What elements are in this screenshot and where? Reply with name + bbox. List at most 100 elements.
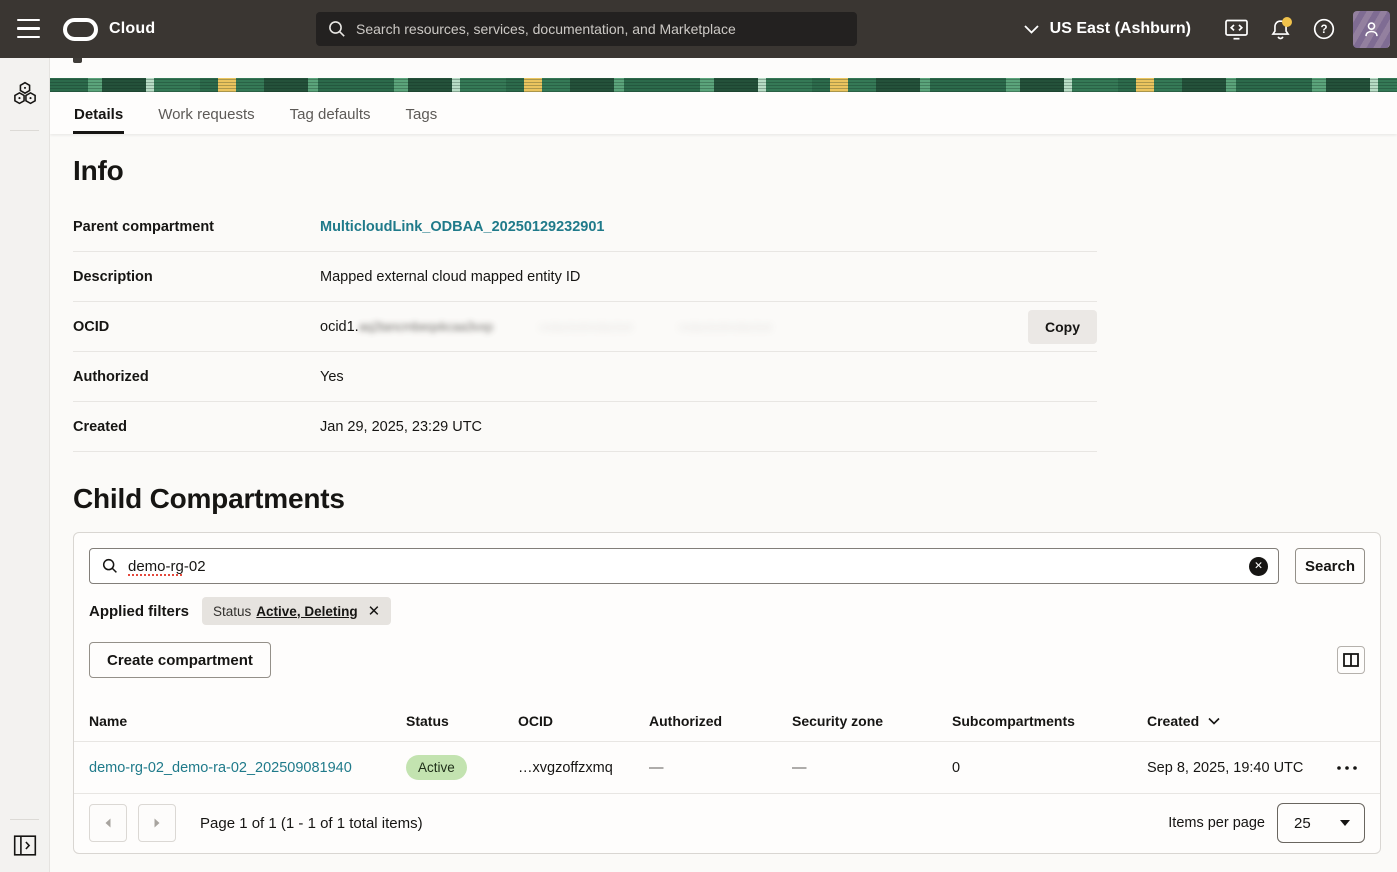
page-size-value: 25	[1294, 815, 1311, 832]
compartments-icon[interactable]	[12, 81, 37, 111]
child-compartments-title: Child Compartments	[73, 482, 1381, 516]
profile-avatar[interactable]	[1353, 11, 1390, 48]
items-per-page-label: Items per page	[1168, 815, 1265, 831]
clear-search-icon[interactable]: ✕	[1249, 557, 1268, 576]
sidebar-divider	[10, 130, 39, 131]
copy-button[interactable]: Copy	[1028, 310, 1097, 344]
page-summary: Page 1 of 1 (1 - 1 of 1 total items)	[200, 815, 423, 832]
caret-down-icon	[1340, 820, 1350, 826]
col-header-authorized: Authorized	[649, 713, 792, 729]
info-row-ocid: OCID ocid1.aq2tancmbeqxkcaa3vxp redacted…	[73, 302, 1097, 352]
previous-page-button[interactable]	[89, 804, 127, 842]
menu-icon[interactable]	[17, 19, 40, 38]
compartment-search-input[interactable]: demo-rg-02 ✕	[89, 548, 1279, 584]
row-actions-button[interactable]	[1336, 765, 1370, 771]
pagination-bar: Page 1 of 1 (1 - 1 of 1 total items) Ite…	[74, 794, 1380, 852]
notifications-button[interactable]	[1261, 9, 1299, 49]
svg-text:?: ?	[1320, 24, 1327, 36]
help-button[interactable]: ?	[1305, 9, 1343, 49]
parent-compartment-link[interactable]: MulticloudLink_ODBAA_20250129232901	[320, 219, 605, 235]
scrolled-header-strip	[50, 58, 1397, 78]
filter-field: Status	[213, 604, 251, 619]
console-icon	[1224, 18, 1249, 41]
global-search[interactable]	[316, 12, 857, 46]
columns-icon	[1343, 653, 1359, 667]
row-security-zone: —	[792, 760, 952, 776]
filter-values-link[interactable]: Active, Deleting	[256, 604, 357, 619]
topbar: Cloud US East (Ashburn)	[0, 0, 1397, 58]
ocid-redacted-value: aq2tancmbeqxkcaa3vxp	[359, 319, 493, 334]
row-ocid: …xvgzoffzxmq	[518, 760, 649, 776]
tab-details[interactable]: Details	[73, 95, 124, 134]
compartments-table: Name Status OCID Authorized Security zon…	[74, 700, 1380, 852]
child-compartments-card: demo-rg-02 ✕ Search Applied filters Stat…	[73, 532, 1381, 854]
remove-filter-icon[interactable]: ✕	[368, 604, 381, 619]
ellipsis-icon	[1336, 765, 1358, 771]
brand: Cloud	[63, 0, 155, 58]
info-title: Info	[73, 154, 1381, 188]
help-icon: ?	[1312, 17, 1336, 41]
applied-filters-label: Applied filters	[89, 603, 189, 620]
authorized-value: Yes	[320, 369, 1097, 385]
page-size-select[interactable]: 25	[1277, 803, 1365, 843]
created-value: Jan 29, 2025, 23:29 UTC	[320, 419, 1097, 435]
sidebar-divider	[10, 819, 39, 820]
status-filter-chip: Status Active, Deleting ✕	[202, 597, 391, 625]
info-row-created: Created Jan 29, 2025, 23:29 UTC	[73, 402, 1097, 452]
row-created: Sep 8, 2025, 19:40 UTC	[1147, 760, 1307, 776]
region-selector[interactable]: US East (Ashburn)	[1024, 20, 1191, 38]
table-header-row: Name Status OCID Authorized Security zon…	[74, 700, 1380, 742]
col-header-subcompartments: Subcompartments	[952, 713, 1147, 729]
col-header-created-sort[interactable]: Created	[1147, 713, 1307, 729]
icon-sidebar	[0, 58, 50, 872]
description-value: Mapped external cloud mapped entity ID	[320, 269, 1097, 285]
info-row-parent-compartment: Parent compartment MulticloudLink_ODBAA_…	[73, 202, 1097, 252]
create-compartment-button[interactable]: Create compartment	[89, 642, 271, 678]
col-header-status: Status	[406, 713, 518, 729]
info-label: Authorized	[73, 369, 320, 385]
tab-tag-defaults[interactable]: Tag defaults	[289, 95, 372, 134]
info-rows: Parent compartment MulticloudLink_ODBAA_…	[73, 202, 1097, 452]
brand-name: Cloud	[109, 20, 155, 38]
table-row: demo-rg-02_demo-ra-02_202509081940 Activ…	[74, 742, 1380, 794]
column-manager-button[interactable]	[1337, 646, 1365, 674]
notification-badge	[1282, 17, 1292, 27]
search-icon	[102, 558, 118, 574]
redaction-smudge: redactedredacted	[678, 320, 771, 334]
col-header-security-zone: Security zone	[792, 713, 952, 729]
page: Details Work requests Tag defaults Tags …	[50, 58, 1397, 872]
tab-work-requests[interactable]: Work requests	[157, 95, 255, 134]
tab-bar: Details Work requests Tag defaults Tags	[50, 92, 1397, 134]
triangle-right-icon	[151, 816, 163, 830]
global-search-input[interactable]	[356, 21, 845, 37]
search-icon	[328, 20, 346, 38]
info-label: OCID	[73, 319, 320, 335]
chevron-down-icon	[1024, 25, 1039, 34]
oracle-logo-icon	[63, 18, 98, 41]
info-row-description: Description Mapped external cloud mapped…	[73, 252, 1097, 302]
row-authorized: —	[649, 760, 792, 776]
col-header-name: Name	[89, 713, 406, 729]
info-row-authorized: Authorized Yes	[73, 352, 1097, 402]
main-content: Info Parent compartment MulticloudLink_O…	[50, 134, 1397, 854]
search-value: demo-rg	[128, 558, 184, 575]
info-label: Parent compartment	[73, 219, 320, 235]
status-badge: Active	[406, 755, 467, 780]
region-label: US East (Ashburn)	[1050, 20, 1191, 38]
decorative-banner	[50, 78, 1397, 92]
col-header-ocid: OCID	[518, 713, 649, 729]
compartment-name-link[interactable]: demo-rg-02_demo-ra-02_202509081940	[89, 760, 352, 776]
redaction-smudge: redactedredacted	[539, 320, 632, 334]
tab-tags[interactable]: Tags	[405, 95, 439, 134]
ocid-prefix: ocid1.	[320, 319, 359, 335]
next-page-button[interactable]	[138, 804, 176, 842]
expand-panel-icon[interactable]	[13, 835, 36, 861]
triangle-left-icon	[102, 816, 114, 830]
search-button[interactable]: Search	[1295, 548, 1365, 584]
sort-chevron-icon	[1208, 717, 1220, 725]
info-label: Created	[73, 419, 320, 435]
clipped-page-title-fragment	[73, 58, 82, 63]
cloud-shell-button[interactable]	[1217, 9, 1255, 49]
person-icon	[1361, 19, 1382, 40]
row-subcompartments: 0	[952, 760, 1147, 776]
